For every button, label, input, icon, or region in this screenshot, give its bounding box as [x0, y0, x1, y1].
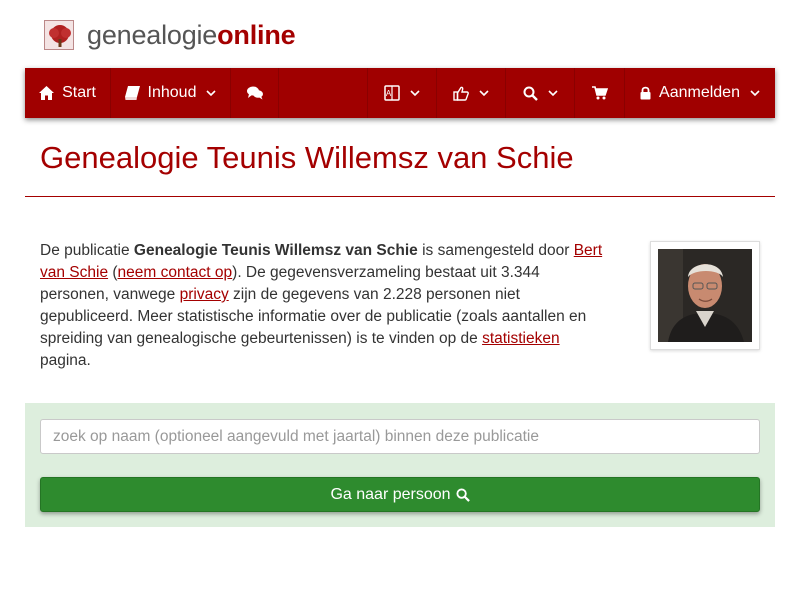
main-navbar: Start Inhoud A Aanmelden — [25, 68, 775, 118]
page-title: Genealogie Teunis Willemsz van Schie — [40, 140, 574, 175]
nav-start-label: Start — [62, 84, 96, 101]
person-search-input[interactable] — [40, 419, 760, 454]
comments-icon — [246, 86, 263, 100]
logo-text-online: online — [217, 20, 296, 50]
language-icon: A — [384, 85, 400, 101]
home-icon — [39, 86, 55, 100]
logo-text-genealogie: genealogie — [87, 20, 218, 50]
svg-text:A: A — [386, 89, 392, 98]
statistics-link[interactable]: statistieken — [482, 330, 560, 347]
chevron-down-icon — [547, 89, 558, 97]
nav-inhoud-label: Inhoud — [147, 84, 197, 101]
lock-icon — [640, 86, 651, 100]
nav-inhoud[interactable]: Inhoud — [111, 68, 231, 118]
site-logo[interactable]: genealogieonline — [44, 18, 296, 52]
intro-text-1: De publicatie — [40, 242, 134, 259]
chevron-down-icon — [750, 89, 760, 97]
go-to-person-label: Ga naar persoon — [330, 485, 451, 503]
book-icon — [124, 86, 140, 100]
chevron-down-icon — [410, 89, 420, 97]
privacy-link[interactable]: privacy — [180, 286, 229, 303]
tree-logo-icon — [44, 20, 74, 50]
cart-icon — [591, 86, 608, 100]
person-search-panel: Ga naar persoon — [25, 403, 775, 527]
nav-spacer — [279, 68, 368, 118]
nav-aanmelden-label: Aanmelden — [659, 84, 740, 101]
nav-shop[interactable] — [575, 68, 625, 118]
publication-name: Genealogie Teunis Willemsz van Schie — [133, 242, 418, 259]
nav-language[interactable]: A — [368, 68, 437, 118]
nav-aanmelden[interactable]: Aanmelden — [625, 68, 775, 118]
nav-recommend[interactable] — [437, 68, 506, 118]
search-icon — [455, 487, 470, 502]
search-icon — [523, 86, 538, 101]
chevron-down-icon — [479, 89, 489, 97]
go-to-person-button[interactable]: Ga naar persoon — [40, 477, 760, 512]
chevron-down-icon — [206, 89, 217, 97]
thumbs-up-icon — [453, 86, 469, 101]
contact-link[interactable]: neem contact op — [118, 264, 233, 281]
intro-text-2: is samengesteld door — [417, 242, 574, 259]
author-photo-frame[interactable] — [650, 241, 760, 350]
intro-text-6: pagina. — [40, 352, 91, 369]
publication-intro: De publicatie Genealogie Teunis Willemsz… — [40, 240, 612, 372]
author-photo — [658, 249, 752, 342]
nav-forum[interactable] — [231, 68, 279, 118]
nav-start[interactable]: Start — [25, 68, 111, 118]
logo-text: genealogieonline — [87, 18, 296, 52]
title-divider — [25, 196, 775, 197]
nav-search[interactable] — [506, 68, 575, 118]
intro-text-3: ( — [108, 264, 118, 281]
